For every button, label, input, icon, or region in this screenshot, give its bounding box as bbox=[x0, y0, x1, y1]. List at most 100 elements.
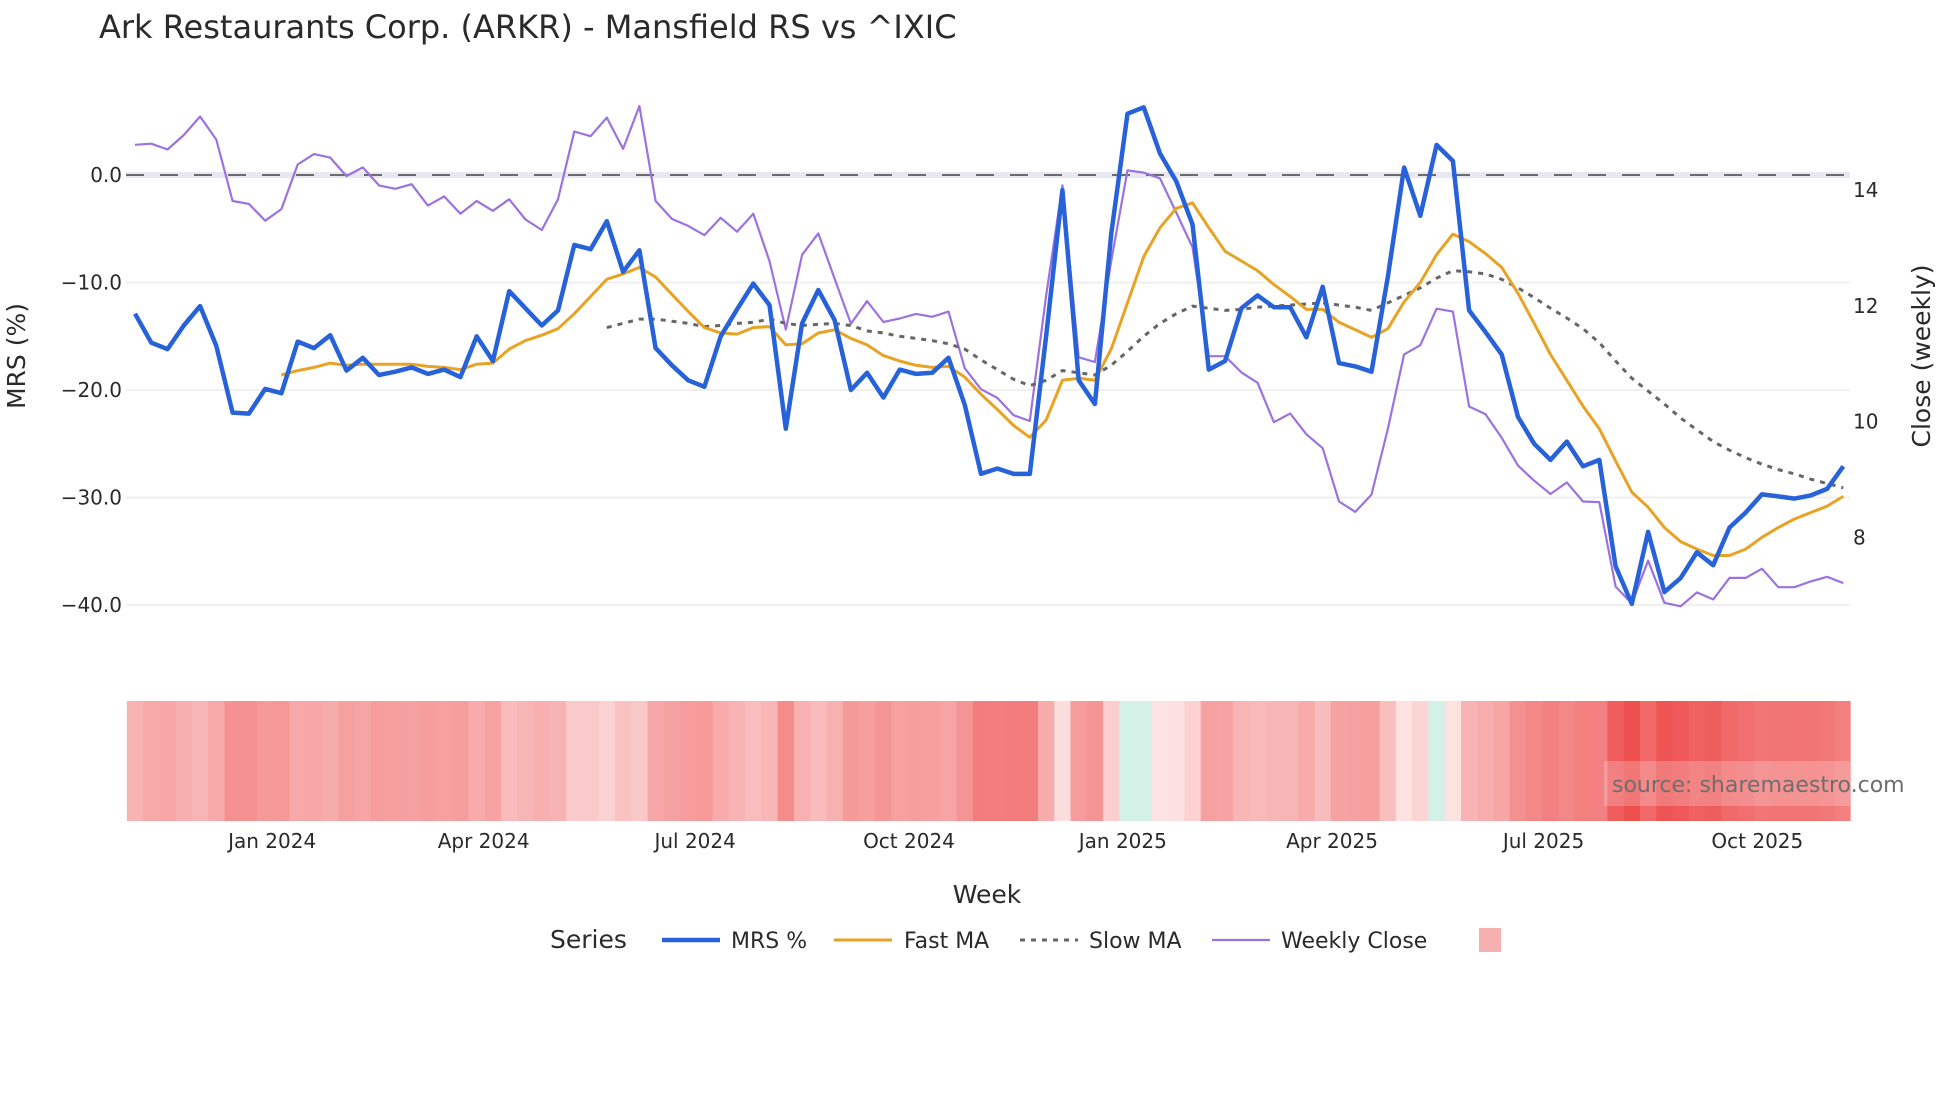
heatmap-cell bbox=[728, 701, 746, 821]
legend-label: Weekly Close bbox=[1281, 929, 1427, 954]
heatmap-cell bbox=[468, 701, 486, 821]
watermark: source: sharemaestro.com bbox=[1604, 761, 1905, 806]
heatmap-cell bbox=[289, 701, 307, 821]
heatmap-cell bbox=[566, 701, 584, 821]
heatmap-cell bbox=[1021, 701, 1039, 821]
rs-heatmap-strip bbox=[126, 701, 1851, 821]
heatmap-cell bbox=[924, 701, 941, 821]
y-tick-label: −10.0 bbox=[61, 271, 122, 295]
heatmap-cell bbox=[712, 701, 730, 821]
legend-label: Fast MA bbox=[904, 929, 989, 954]
series-line-weekly-close bbox=[134, 104, 1844, 608]
heatmap-cell bbox=[614, 701, 632, 821]
heatmap-cell bbox=[1526, 701, 1543, 821]
y2-tick-label: 8 bbox=[1853, 525, 1866, 549]
x-tick-label: Jul 2024 bbox=[652, 829, 735, 853]
heatmap-cell bbox=[598, 701, 616, 821]
heatmap-cell bbox=[1298, 701, 1316, 821]
heatmap-cell bbox=[403, 701, 421, 821]
heatmap-cell bbox=[745, 701, 762, 821]
heatmap-cell bbox=[1282, 701, 1299, 821]
heatmap-cell bbox=[1070, 701, 1088, 821]
heatmap-cell bbox=[1249, 701, 1267, 821]
watermark-text: source: sharemaestro.com bbox=[1612, 773, 1905, 798]
heatmap-cell bbox=[1151, 701, 1169, 821]
heatmap-cell bbox=[1461, 701, 1478, 821]
heatmap-cell bbox=[810, 701, 828, 821]
x-tick-label: Apr 2025 bbox=[1286, 829, 1378, 853]
heatmap-cell bbox=[989, 701, 1007, 821]
heatmap-cell bbox=[549, 701, 567, 821]
x-axis-title: Week bbox=[953, 880, 1022, 909]
heatmap-cell bbox=[240, 701, 258, 821]
legend-title: Series bbox=[550, 925, 627, 954]
y-tick-label: −40.0 bbox=[61, 593, 122, 617]
heatmap-cell bbox=[501, 701, 518, 821]
legend: Series MRS % Fast MA Slow MA Weekly Close bbox=[550, 925, 1501, 954]
heatmap-cell bbox=[647, 701, 665, 821]
x-tick-label: Jan 2025 bbox=[1077, 829, 1167, 853]
heatmap-cell bbox=[891, 701, 909, 821]
legend-heatmap-swatch bbox=[1479, 928, 1501, 952]
heatmap-cell bbox=[338, 701, 356, 821]
plot-series bbox=[133, 104, 1846, 608]
heatmap-cell bbox=[224, 701, 242, 821]
heatmap-cell bbox=[793, 701, 811, 821]
heatmap-cell bbox=[387, 701, 405, 821]
legend-label: MRS % bbox=[731, 929, 807, 954]
x-tick-label: Jul 2025 bbox=[1501, 829, 1584, 853]
x-tick-label: Jan 2024 bbox=[226, 829, 316, 853]
heatmap-cell bbox=[1542, 701, 1560, 821]
heatmap-cell bbox=[940, 701, 958, 821]
heatmap-cell bbox=[1558, 701, 1576, 821]
series-line-fast-ma bbox=[281, 201, 1845, 557]
heatmap-cell bbox=[257, 701, 274, 821]
heatmap-cell bbox=[826, 701, 844, 821]
y-axis-title: MRS (%) bbox=[2, 303, 31, 409]
legend-item: Weekly Close bbox=[1212, 929, 1427, 954]
heatmap-cell bbox=[1184, 701, 1202, 821]
heatmap-cell bbox=[663, 701, 681, 821]
heatmap-cell bbox=[1037, 701, 1055, 821]
heatmap-cell bbox=[484, 701, 502, 821]
heatmap-cell bbox=[696, 701, 714, 821]
heatmap-cell bbox=[777, 701, 795, 821]
heatmap-cell bbox=[761, 701, 779, 821]
heatmap-cell bbox=[143, 701, 161, 821]
heatmap-cell bbox=[582, 701, 600, 821]
heatmap-cell bbox=[419, 701, 437, 821]
heatmap-cell bbox=[191, 701, 209, 821]
heatmap-cell bbox=[452, 701, 470, 821]
y-tick-label: −20.0 bbox=[61, 378, 122, 402]
heatmap-cell bbox=[533, 701, 551, 821]
x-tick-label: Oct 2025 bbox=[1711, 829, 1803, 853]
heatmap-cell bbox=[126, 701, 144, 821]
chart-canvas: 0.0 −10.0 −20.0 −30.0 −40.0 14 12 10 8 Jan 2024 Ap… bbox=[2, 104, 1936, 954]
heatmap-cell bbox=[1005, 701, 1023, 821]
heatmap-cell bbox=[370, 701, 388, 821]
heatmap-cell bbox=[1200, 701, 1218, 821]
heatmap-cell bbox=[1477, 701, 1495, 821]
heatmap-cell bbox=[1379, 701, 1397, 821]
y2-tick-label: 14 bbox=[1853, 178, 1878, 202]
x-tick-label: Apr 2024 bbox=[438, 829, 530, 853]
heatmap-cell bbox=[972, 701, 990, 821]
heatmap-cell bbox=[517, 701, 535, 821]
y-tick-label: −30.0 bbox=[61, 486, 122, 510]
y2-axis-title: Close (weekly) bbox=[1907, 265, 1936, 448]
heatmap-cell bbox=[305, 701, 323, 821]
heatmap-cell bbox=[1330, 701, 1348, 821]
heatmap-cell bbox=[1168, 701, 1186, 821]
heatmap-cell bbox=[1135, 701, 1153, 821]
heatmap-cell bbox=[842, 701, 860, 821]
heatmap-cell bbox=[1509, 701, 1527, 821]
heatmap-cell bbox=[1314, 701, 1332, 821]
heatmap-cell bbox=[907, 701, 925, 821]
heatmap-cell bbox=[631, 701, 649, 821]
legend-item: Fast MA bbox=[834, 929, 989, 954]
heatmap-cell bbox=[1363, 701, 1381, 821]
heatmap-cell bbox=[1574, 701, 1592, 821]
heatmap-cell bbox=[273, 701, 291, 821]
heatmap-cell bbox=[175, 701, 193, 821]
heatmap-cell bbox=[435, 701, 453, 821]
